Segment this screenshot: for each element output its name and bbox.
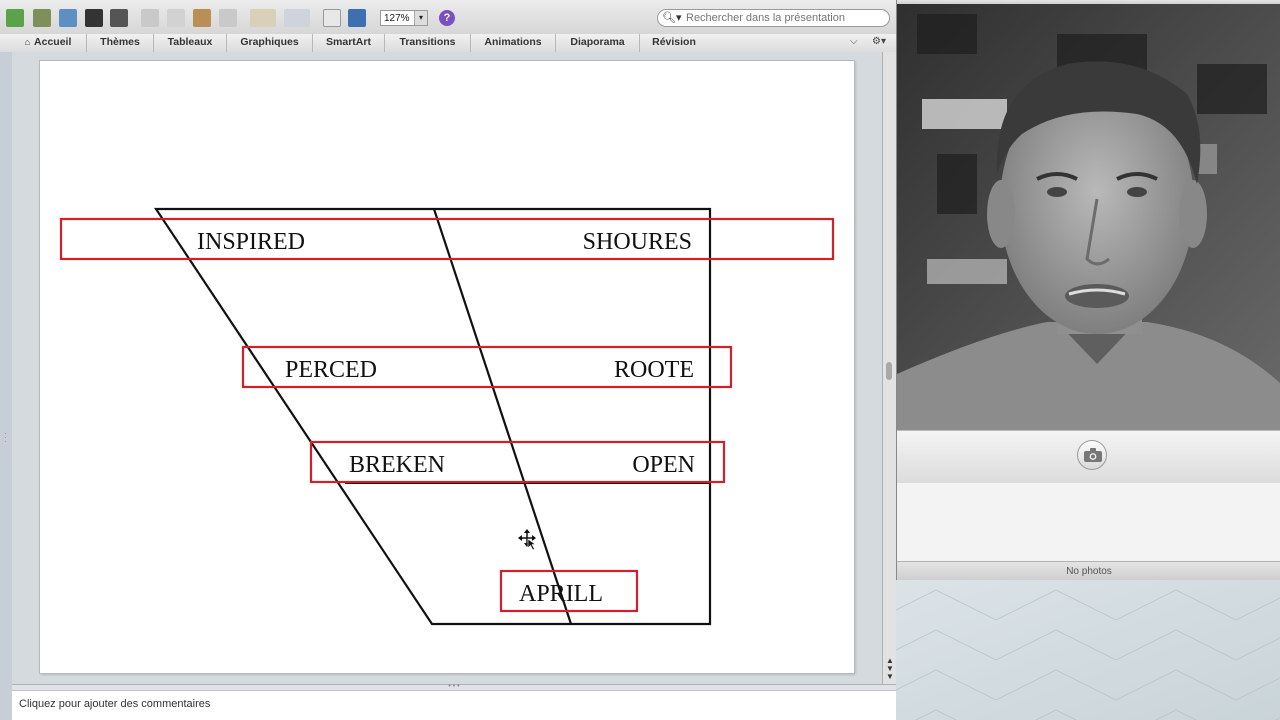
desktop-pattern [896, 589, 1280, 720]
move-cursor-icon [518, 529, 537, 551]
save-icon[interactable] [85, 9, 103, 27]
slide-diagram: INSPIRED SHOURES PERCED ROOTE BREKEN OPE… [59, 207, 835, 626]
zoom-value: 127% [384, 13, 410, 24]
photobooth-controls [897, 430, 1280, 484]
home-icon: ⌂ [24, 37, 31, 47]
slide-editor[interactable]: INSPIRED SHOURES PERCED ROOTE BREKEN OPE… [12, 52, 882, 684]
tab-label: Révision [652, 36, 696, 48]
ribbon-tabs: ⌂ Accueil Thèmes Tableaux Graphiques Smar… [0, 34, 896, 53]
word-perced: PERCED [285, 357, 377, 383]
tab-accueil[interactable]: ⌂ Accueil [10, 34, 87, 52]
photobooth-status: No photos [897, 561, 1280, 581]
slideshow-icon[interactable] [348, 9, 366, 27]
search-input[interactable] [686, 11, 884, 25]
chevron-down-icon[interactable]: ▾ [414, 11, 427, 25]
vertical-scrollbar[interactable]: ▲ ▼ ▼ [882, 52, 896, 684]
tab-revision[interactable]: Révision [640, 34, 708, 52]
open-icon[interactable] [59, 9, 77, 27]
tab-label: Diaporama [570, 36, 625, 48]
tab-themes[interactable]: Thèmes [87, 34, 154, 52]
word-roote: ROOTE [614, 357, 694, 383]
webcam-image [897, 4, 1280, 430]
diagram-trapezoid [153, 207, 712, 626]
diagram-inner-line [432, 208, 573, 625]
notes-pane[interactable]: Cliquez pour ajouter des commentaires [12, 690, 896, 720]
tab-tableaux[interactable]: Tableaux [154, 34, 227, 52]
powerpoint-window: 127% ▾ ? 🔍︎▾ ⌂Accueil Thèmes Tableaux Gr… [0, 0, 896, 720]
help-icon[interactable]: ? [439, 10, 455, 26]
search-field[interactable]: 🔍︎▾ [657, 9, 890, 27]
template-gallery-icon[interactable] [33, 9, 51, 27]
scrollbar-thumb[interactable] [886, 362, 892, 380]
tab-animations[interactable]: Animations [471, 34, 556, 52]
word-breken: BREKEN [349, 452, 445, 478]
redo-icon[interactable] [284, 9, 310, 27]
slide-canvas[interactable]: INSPIRED SHOURES PERCED ROOTE BREKEN OPE… [40, 61, 854, 673]
tab-diaporama[interactable]: Diaporama [556, 34, 640, 52]
tab-label: SmartArt [326, 36, 371, 48]
format-painter-icon[interactable] [219, 9, 237, 27]
tab-label: Thèmes [100, 36, 140, 48]
slide-icon[interactable] [323, 9, 341, 27]
word-aprill: APRILL [519, 581, 603, 607]
word-inspired: INSPIRED [197, 229, 305, 255]
gear-icon[interactable]: ⚙▾ [872, 34, 886, 50]
collapse-ribbon-icon[interactable]: ⌵ [850, 34, 858, 50]
tab-smartart[interactable]: SmartArt [313, 34, 385, 52]
tab-label: Graphiques [240, 36, 299, 48]
new-presentation-icon[interactable] [6, 9, 24, 27]
photo-strip[interactable] [897, 483, 1280, 561]
search-icon[interactable]: 🔍︎▾ [662, 10, 682, 26]
standard-toolbar: 127% ▾ ? 🔍︎▾ [0, 0, 896, 35]
cut-icon[interactable] [141, 9, 159, 27]
tab-graphiques[interactable]: Graphiques [227, 34, 313, 52]
tab-label: Tableaux [167, 36, 213, 48]
word-open: OPEN [632, 452, 695, 478]
tab-transitions[interactable]: Transitions [385, 34, 471, 52]
resize-handle[interactable]: · · · [4, 430, 7, 446]
tab-label: Accueil [34, 36, 72, 48]
undo-icon[interactable] [250, 9, 276, 27]
tab-label: Animations [484, 36, 542, 48]
take-photo-button[interactable] [1077, 440, 1107, 470]
copy-icon[interactable] [167, 9, 185, 27]
word-shoures: SHOURES [583, 229, 692, 255]
photobooth-window: No photos [896, 0, 1280, 581]
paste-icon[interactable] [193, 9, 211, 27]
camera-icon [1084, 448, 1102, 462]
print-icon[interactable] [110, 9, 128, 27]
tab-label: Transitions [399, 36, 456, 48]
camera-preview [897, 4, 1280, 430]
page-nav-icon[interactable]: ▲ ▼ ▼ [885, 657, 895, 681]
desktop-background [896, 580, 1280, 720]
notes-placeholder: Cliquez pour ajouter des commentaires [19, 698, 211, 710]
zoom-select[interactable]: 127% ▾ [380, 10, 428, 26]
